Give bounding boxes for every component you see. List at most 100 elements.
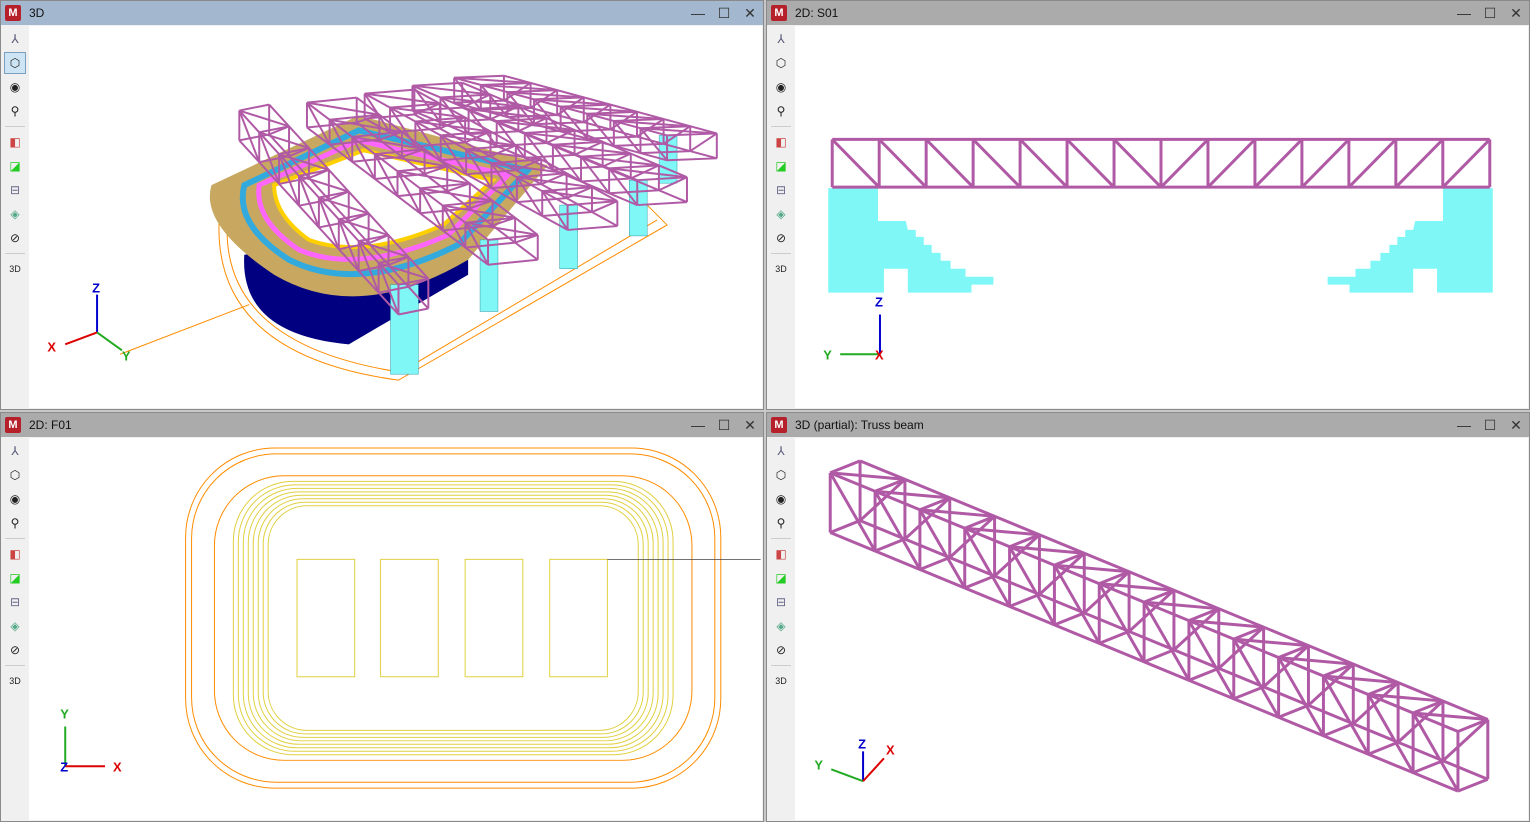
layers-button[interactable]: ◈	[770, 203, 792, 225]
close-button[interactable]: ✕	[1503, 5, 1529, 22]
axes-button[interactable]: ⅄	[4, 28, 26, 50]
axes-button[interactable]: ⅄	[770, 440, 792, 462]
truss-member	[878, 138, 928, 189]
layers-icon: ◈	[776, 619, 786, 633]
section-plane-diagonal-button[interactable]: ◪	[4, 567, 26, 589]
view-cube-icon: ⬡	[9, 468, 21, 482]
truss-member	[239, 103, 270, 112]
orbit-icon: ◉	[9, 80, 21, 94]
orbit-button[interactable]: ◉	[770, 488, 792, 510]
3d-settings-button[interactable]: 3D	[4, 258, 26, 280]
truss-member	[1253, 138, 1303, 189]
layers-button[interactable]: ◈	[770, 615, 792, 637]
hide-button[interactable]: ⊘	[770, 227, 792, 249]
section-plane-horizontal-button[interactable]: ⊟	[770, 591, 792, 613]
truss-member	[306, 96, 357, 104]
rotate-axis-button[interactable]: ⚲	[770, 100, 792, 122]
hide-button[interactable]: ⊘	[4, 227, 26, 249]
title-bar[interactable]: M 3D (partial): Truss beam — ☐ ✕	[767, 413, 1529, 437]
section-plane-x-button[interactable]: ◧	[770, 543, 792, 565]
window-3d-partial-truss[interactable]: M 3D (partial): Truss beam — ☐ ✕ ⅄ ⬡ ◉ ⚲ ◧ ◪ ⊟ ◈ ⊘ 3D…	[766, 412, 1530, 822]
section-plane-diagonal-button[interactable]: ◪	[770, 155, 792, 177]
section-plane-diagonal-button[interactable]: ◪	[770, 567, 792, 589]
axis-y-label: Y	[60, 707, 69, 722]
view-cube-button[interactable]: ⬡	[4, 464, 26, 486]
window-2d-s01[interactable]: M 2D: S01 — ☐ ✕ ⅄ ⬡ ◉ ⚲ ◧ ◪ ⊟ ◈ ⊘ 3D Z Y X	[766, 0, 1530, 410]
minimize-button[interactable]: —	[1451, 417, 1477, 433]
axes-icon: ⅄	[11, 444, 19, 458]
toolbar-separator	[771, 665, 791, 666]
maximize-button[interactable]: ☐	[711, 417, 737, 434]
close-button[interactable]: ✕	[737, 5, 763, 22]
tier-outline	[257, 498, 649, 738]
rotate-axis-button[interactable]: ⚲	[770, 512, 792, 534]
layers-button[interactable]: ◈	[4, 615, 26, 637]
truss-member	[1441, 718, 1489, 762]
axis-z-label: Z	[92, 281, 100, 296]
axes-button[interactable]: ⅄	[4, 440, 26, 462]
viewport-section[interactable]: Z Y X	[795, 26, 1528, 408]
section-plane-x-button[interactable]: ◧	[770, 131, 792, 153]
view-cube-button[interactable]: ⬡	[4, 52, 26, 74]
maximize-button[interactable]: ☐	[1477, 5, 1503, 22]
axis-z-label: Z	[858, 736, 866, 751]
viewport-truss[interactable]: Z Y X	[795, 438, 1528, 820]
hide-button[interactable]: ⊘	[4, 639, 26, 661]
truss-member	[1347, 138, 1397, 189]
tier-outline	[252, 494, 654, 742]
view-toolbar: ⅄ ⬡ ◉ ⚲ ◧ ◪ ⊟ ◈ ⊘ 3D	[769, 439, 793, 819]
section-plane-horizontal-button[interactable]: ⊟	[4, 591, 26, 613]
title-bar[interactable]: M 3D — ☐ ✕	[1, 1, 763, 25]
truss-member	[412, 106, 463, 112]
axes-button[interactable]: ⅄	[770, 28, 792, 50]
layers-icon: ◈	[776, 207, 786, 221]
toolbar-separator	[5, 538, 25, 539]
axis-x-label: X	[875, 347, 884, 362]
section-plane-diagonal-button[interactable]: ◪	[4, 155, 26, 177]
orbit-button[interactable]: ◉	[4, 488, 26, 510]
3d-settings-button[interactable]: 3D	[770, 670, 792, 692]
3d-settings-icon: 3D	[9, 264, 21, 274]
section-plane-x-button[interactable]: ◧	[4, 131, 26, 153]
close-button[interactable]: ✕	[1503, 417, 1529, 434]
title-bar[interactable]: M 2D: S01 — ☐ ✕	[767, 1, 1529, 25]
minimize-button[interactable]: —	[685, 417, 711, 433]
section-plane-horizontal-button[interactable]: ⊟	[4, 179, 26, 201]
viewport-plan[interactable]: Y X Z	[29, 438, 762, 820]
hide-icon: ⊘	[775, 643, 787, 657]
minimize-button[interactable]: —	[685, 5, 711, 21]
title-bar[interactable]: M 2D: F01 — ☐ ✕	[1, 413, 763, 437]
layers-button[interactable]: ◈	[4, 203, 26, 225]
view-toolbar: ⅄ ⬡ ◉ ⚲ ◧ ◪ ⊟ ◈ ⊘ 3D	[769, 27, 793, 407]
hide-button[interactable]: ⊘	[770, 639, 792, 661]
app-logo-icon: M	[5, 5, 21, 21]
section-plane-x-icon: ◧	[9, 547, 21, 561]
3d-settings-icon: 3D	[775, 676, 787, 686]
maximize-button[interactable]: ☐	[711, 5, 737, 22]
axes-icon: ⅄	[777, 444, 785, 458]
tier-outline	[262, 501, 644, 735]
view-cube-button[interactable]: ⬡	[770, 464, 792, 486]
rotate-axis-button[interactable]: ⚲	[4, 100, 26, 122]
orbit-button[interactable]: ◉	[4, 76, 26, 98]
window-3d[interactable]: M 3D — ☐ ✕ ⅄ ⬡ ◉ ⚲ ◧ ◪ ⊟ ◈ ⊘ 3D Z X Y	[0, 0, 764, 410]
view-cube-button[interactable]: ⬡	[770, 52, 792, 74]
3d-settings-button[interactable]: 3D	[770, 258, 792, 280]
axis-x-label: X	[886, 742, 895, 757]
close-button[interactable]: ✕	[737, 417, 763, 434]
3d-settings-button[interactable]: 3D	[4, 670, 26, 692]
window-2d-f01[interactable]: M 2D: F01 — ☐ ✕ ⅄ ⬡ ◉ ⚲ ◧ ◪ ⊟ ◈ ⊘ 3D Y X Z	[0, 412, 764, 822]
viewport-3d[interactable]: Z X Y	[29, 26, 762, 408]
rotate-axis-button[interactable]: ⚲	[4, 512, 26, 534]
truss-member	[1322, 722, 1354, 738]
section-plane-x-button[interactable]: ◧	[4, 543, 26, 565]
toolbar-separator	[5, 253, 25, 254]
section-plane-horizontal-button[interactable]: ⊟	[770, 179, 792, 201]
view-toolbar: ⅄ ⬡ ◉ ⚲ ◧ ◪ ⊟ ◈ ⊘ 3D	[3, 439, 27, 819]
minimize-button[interactable]: —	[1451, 5, 1477, 21]
truss-member	[829, 519, 861, 534]
section-plane-x-icon: ◧	[775, 547, 787, 561]
maximize-button[interactable]: ☐	[1477, 417, 1503, 434]
truss-member	[1019, 138, 1069, 189]
orbit-button[interactable]: ◉	[770, 76, 792, 98]
